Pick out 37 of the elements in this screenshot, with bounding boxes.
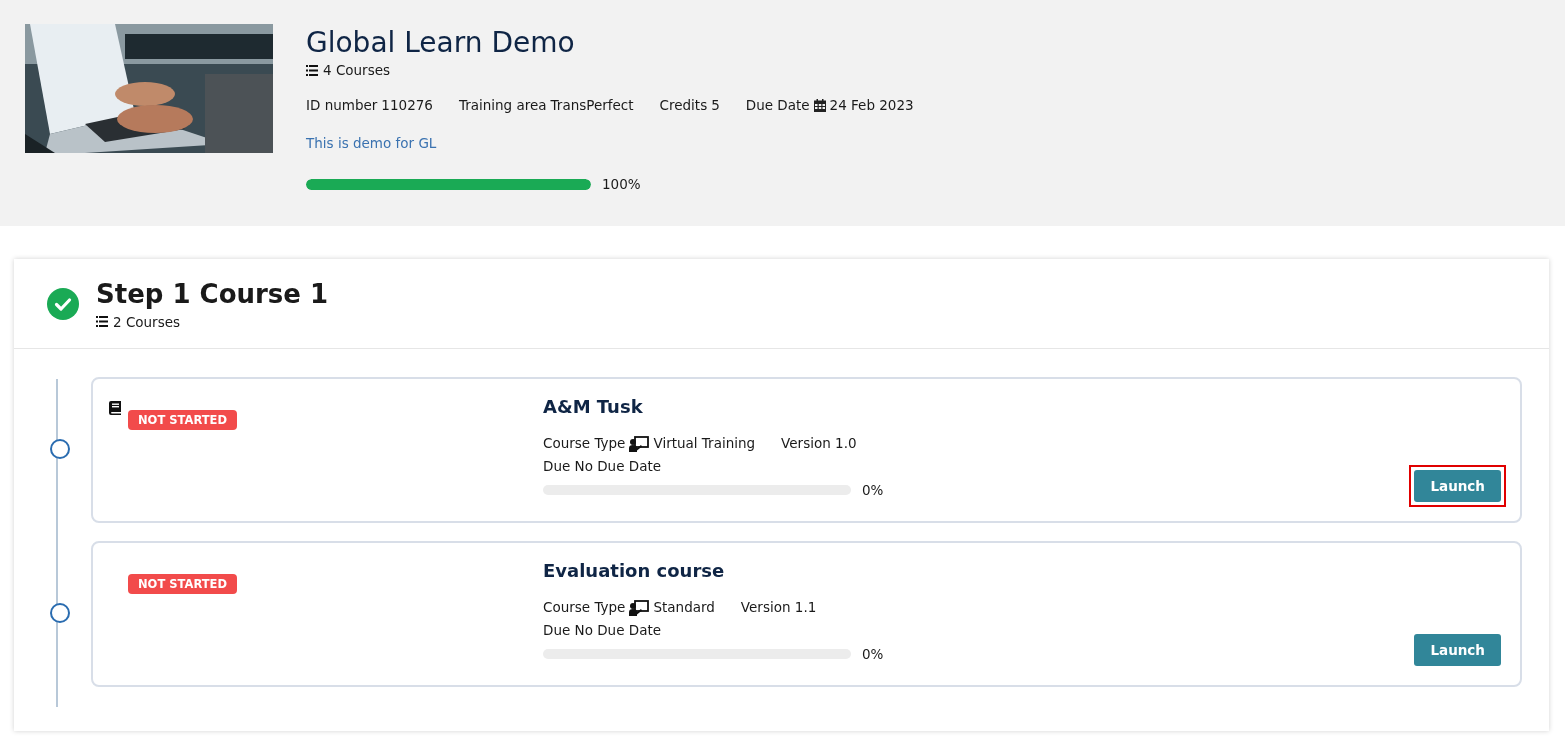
course-title: Evaluation course: [543, 560, 726, 581]
meta-value: 5: [711, 97, 720, 113]
launch-button[interactable]: Launch: [1414, 634, 1501, 666]
teacher-icon: [629, 599, 650, 616]
meta-value: 24 Feb 2023: [829, 97, 914, 113]
course-count: 4 Courses: [323, 62, 391, 78]
program-title: Global Learn Demo: [306, 25, 576, 61]
course-type-label: Course Type: [543, 434, 626, 453]
course-title: A&M Tusk: [543, 396, 644, 417]
program-description: This is demo for GL: [306, 135, 438, 151]
course-type: Virtual Training: [653, 434, 756, 453]
meta-label: ID number: [306, 97, 378, 113]
step-title: Step 1 Course 1: [96, 277, 329, 310]
due-date: Due No Due Date: [543, 457, 662, 476]
list-icon: [306, 64, 318, 76]
meta-label: Training area: [458, 97, 547, 113]
course-count: 2 Courses: [113, 313, 181, 330]
meta-value: 110276: [381, 97, 433, 113]
progress-percent: 0%: [862, 646, 884, 662]
progress-percent: 100%: [602, 176, 641, 192]
timeline-node: [50, 439, 70, 459]
status-badge: NOT STARTED: [128, 574, 237, 594]
list-icon: [96, 316, 108, 327]
meta-label: Due Date: [745, 97, 810, 113]
progress-percent: 0%: [862, 482, 884, 498]
course-version: Version 1.0: [781, 434, 857, 453]
teacher-icon: [629, 435, 650, 452]
course-version: Version 1.1: [740, 598, 817, 617]
course-type-label: Course Type: [543, 598, 626, 617]
timeline-node: [50, 603, 70, 623]
meta-label: Credits: [659, 97, 708, 113]
launch-button[interactable]: Launch: [1414, 470, 1501, 502]
course-type: Standard: [653, 598, 715, 617]
status-badge: NOT STARTED: [128, 410, 237, 430]
meta-value: TransPerfect: [550, 97, 634, 113]
due-date: Due No Due Date: [543, 621, 662, 640]
calendar-icon: [813, 98, 826, 112]
